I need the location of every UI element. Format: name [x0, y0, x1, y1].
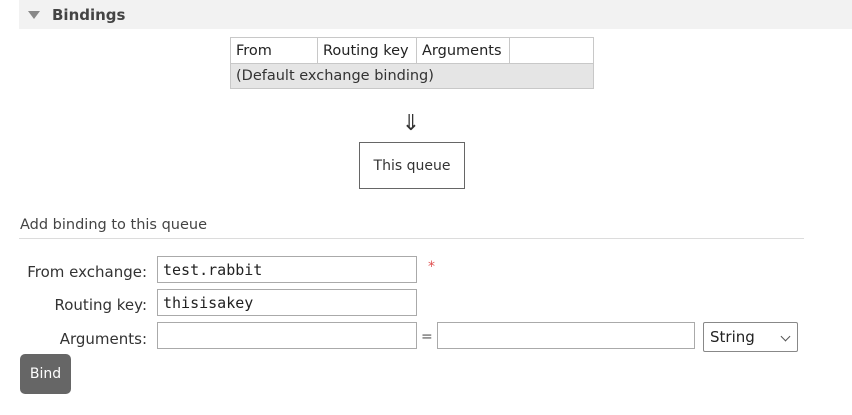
from-exchange-label: From exchange:	[27, 263, 147, 281]
argument-type-select[interactable]: String	[703, 322, 798, 352]
default-binding-cell: (Default exchange binding)	[230, 63, 594, 89]
add-binding-title: Add binding to this queue	[20, 217, 207, 233]
from-exchange-input[interactable]	[157, 256, 417, 283]
routing-key-input[interactable]	[157, 289, 417, 316]
equals-sign: =	[421, 329, 433, 345]
down-arrow-icon: ⇓	[401, 111, 421, 136]
table-header-row: From Routing key Arguments	[230, 37, 594, 64]
bindings-panel: Bindings From Routing key Arguments (Def…	[0, 0, 852, 415]
bindings-table: From Routing key Arguments (Default exch…	[230, 37, 594, 89]
argument-key-input[interactable]	[157, 322, 417, 349]
this-queue-box: This queue	[359, 142, 465, 189]
queue-label: This queue	[373, 157, 451, 174]
divider	[19, 238, 804, 239]
column-header-actions	[509, 37, 594, 64]
routing-key-label: Routing key:	[54, 296, 148, 314]
column-header-arguments: Arguments	[416, 37, 510, 64]
arguments-label: Arguments:	[59, 330, 147, 348]
argument-value-input[interactable]	[437, 322, 695, 349]
column-header-routing-key: Routing key	[317, 37, 417, 64]
required-marker: *	[428, 259, 435, 275]
section-title: Bindings	[52, 5, 126, 24]
triangle-down-icon[interactable]	[28, 10, 40, 19]
chevron-down-icon	[780, 331, 791, 342]
column-header-from: From	[230, 37, 318, 64]
argument-type-value: String	[710, 328, 755, 346]
bind-button[interactable]: Bind	[20, 354, 71, 394]
bindings-section-header[interactable]: Bindings	[19, 0, 852, 29]
table-row: (Default exchange binding)	[230, 63, 594, 89]
